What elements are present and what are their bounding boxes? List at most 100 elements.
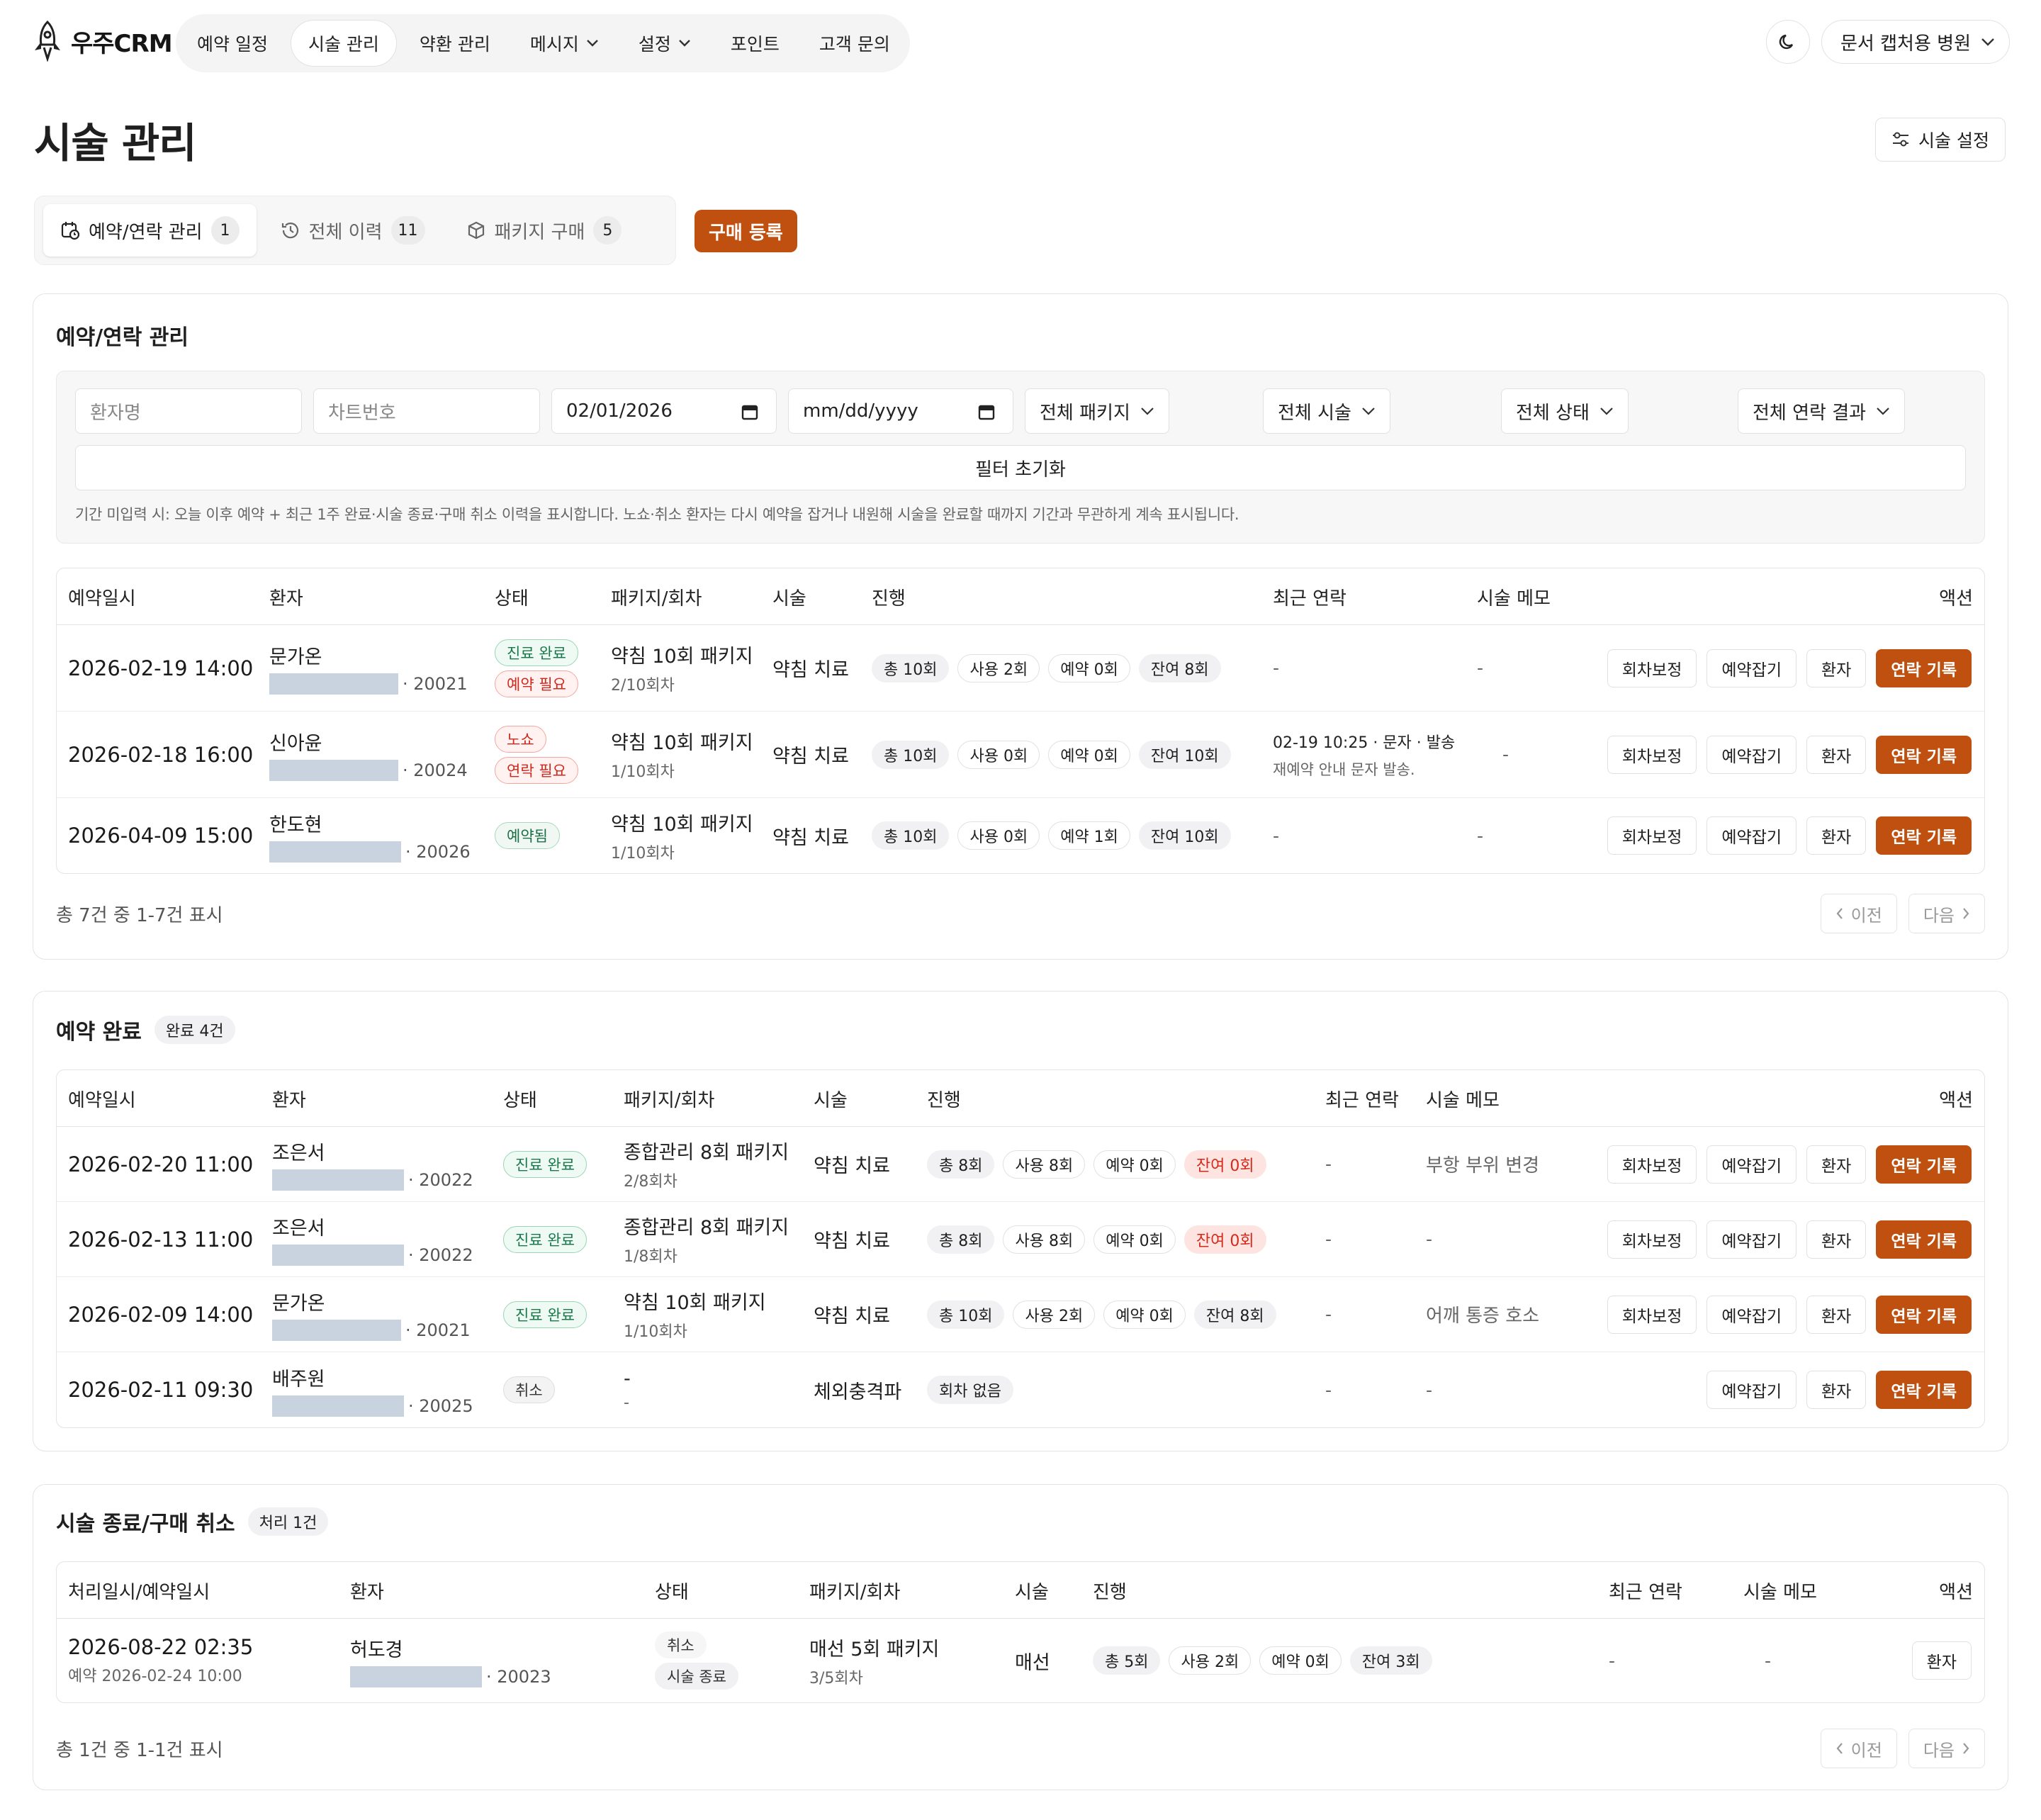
- date-to-value: mm/dd/yyyy: [803, 400, 918, 422]
- register-purchase-button[interactable]: 구매 등록: [695, 210, 797, 252]
- select-value: 전체 패키지: [1040, 402, 1130, 424]
- prev-page-button[interactable]: 이전: [1820, 1729, 1897, 1768]
- adjust-round-button[interactable]: 회차보정: [1607, 1145, 1697, 1184]
- log-contact-button[interactable]: 연락 기록: [1876, 1371, 1972, 1409]
- log-contact-button[interactable]: 연락 기록: [1876, 735, 1972, 774]
- progress-chip: 사용 8회: [1003, 1150, 1086, 1179]
- date-from-input[interactable]: 02/01/2026: [551, 388, 777, 434]
- patient-button[interactable]: 환자: [1806, 648, 1867, 687]
- next-page-button[interactable]: 다음: [1908, 1729, 1985, 1768]
- book-appointment-button[interactable]: 예약잡기: [1707, 735, 1797, 774]
- rocket-icon: [35, 21, 60, 62]
- reservation-date: 2026-02-11 09:30: [68, 1378, 254, 1402]
- nav-label: 설정: [638, 34, 671, 55]
- contact-result-filter-select[interactable]: 전체 연락 결과: [1738, 388, 1906, 434]
- select-value: 전체 연락 결과: [1753, 402, 1867, 424]
- book-appointment-button[interactable]: 예약잡기: [1707, 1220, 1797, 1259]
- chart-number-input[interactable]: 차트번호: [313, 388, 540, 434]
- procedure-settings-button[interactable]: 시술 설정: [1875, 118, 2006, 162]
- chevron-down-icon: [1981, 38, 1994, 46]
- section-title: 예약/연락 관리: [56, 320, 189, 351]
- tab-package-purchase[interactable]: 패키지 구매 5: [449, 204, 639, 257]
- reservation-date: 2026-02-09 14:00: [68, 1302, 254, 1327]
- adjust-round-button[interactable]: 회차보정: [1607, 816, 1697, 855]
- patient-button[interactable]: 환자: [1806, 735, 1867, 774]
- patient-button[interactable]: 환자: [1806, 816, 1867, 855]
- progress-chip: 잔여 0회: [1183, 1150, 1266, 1179]
- nav-item-herbal[interactable]: 약환 관리: [403, 20, 507, 67]
- package-round: 3/5회차: [809, 1669, 863, 1687]
- log-contact-button[interactable]: 연락 기록: [1876, 816, 1972, 855]
- adjust-round-button[interactable]: 회차보정: [1607, 1295, 1697, 1334]
- patient-id: · 20022: [272, 1169, 473, 1191]
- progress-chip: 회차 없음: [927, 1376, 1013, 1404]
- progress-chip: 잔여 8회: [1193, 1300, 1276, 1329]
- progress-chip: 잔여 0회: [1183, 1225, 1266, 1254]
- log-contact-button[interactable]: 연락 기록: [1876, 1295, 1972, 1334]
- status-badge: 노쇼: [495, 725, 546, 753]
- book-appointment-button[interactable]: 예약잡기: [1707, 816, 1797, 855]
- patient-name: 문가온: [269, 646, 322, 668]
- book-appointment-button[interactable]: 예약잡기: [1707, 1371, 1797, 1409]
- date-to-input[interactable]: mm/dd/yyyy: [788, 388, 1013, 434]
- hospital-name: 문서 캡처용 병원: [1840, 33, 1971, 55]
- log-contact-button[interactable]: 연락 기록: [1876, 648, 1972, 687]
- adjust-round-button[interactable]: 회차보정: [1607, 735, 1697, 774]
- nav-item-reservations[interactable]: 예약 일정: [180, 20, 285, 67]
- patient-button[interactable]: 환자: [1911, 1641, 1972, 1680]
- prev-page-button[interactable]: 이전: [1820, 894, 1897, 933]
- nav-item-inquiries[interactable]: 고객 문의: [802, 20, 907, 67]
- book-appointment-button[interactable]: 예약잡기: [1707, 1295, 1797, 1334]
- reset-filters-button[interactable]: 필터 초기화: [75, 445, 1966, 490]
- nav-item-points[interactable]: 포인트: [714, 20, 797, 67]
- tab-reservations-contacts[interactable]: 예약/연락 관리 1: [43, 204, 257, 257]
- adjust-round-button[interactable]: 회차보정: [1607, 648, 1697, 687]
- reservation-contact-card: 예약/연락 관리 환자명 차트번호 02/01/2026 mm/dd/yyyy …: [33, 293, 2008, 960]
- patient-id: · 20024: [269, 760, 468, 781]
- status-filter-select[interactable]: 전체 상태: [1501, 388, 1629, 434]
- nav-item-settings[interactable]: 설정: [622, 20, 708, 67]
- patient-name-input[interactable]: 환자명: [75, 388, 302, 434]
- patient-name: 문가온: [272, 1293, 325, 1315]
- package-filter-select[interactable]: 전체 패키지: [1025, 388, 1169, 434]
- book-appointment-button[interactable]: 예약잡기: [1707, 648, 1797, 687]
- last-contact-note: 재예약 안내 문자 발송.: [1273, 760, 1415, 778]
- chart-number: · 20022: [408, 1170, 473, 1190]
- patient-button[interactable]: 환자: [1806, 1295, 1867, 1334]
- book-appointment-button[interactable]: 예약잡기: [1707, 1145, 1797, 1184]
- next-page-button[interactable]: 다음: [1908, 894, 1985, 933]
- tab-full-history[interactable]: 전체 이력 11: [264, 204, 442, 257]
- progress-chip: 예약 0회: [1093, 1150, 1176, 1179]
- hospital-selector[interactable]: 문서 캡처용 병원: [1821, 20, 2010, 64]
- nav-item-messages[interactable]: 메시지: [513, 20, 616, 67]
- nav-item-procedures[interactable]: 시술 관리: [290, 20, 397, 67]
- section-title: 예약 완료 완료 4건: [56, 1014, 235, 1045]
- col-header: 패키지/회차: [809, 1581, 901, 1603]
- progress-chip: 총 8회: [927, 1225, 995, 1254]
- log-contact-button[interactable]: 연락 기록: [1876, 1145, 1972, 1184]
- chart-number: · 20021: [405, 1320, 471, 1340]
- procedure-memo: -: [1502, 744, 1509, 765]
- adjust-round-button[interactable]: 회차보정: [1607, 1220, 1697, 1259]
- package-name: 약침 10회 패키지: [624, 1292, 766, 1314]
- app-logo[interactable]: 우주CRM: [31, 20, 173, 62]
- patient-button[interactable]: 환자: [1806, 1371, 1867, 1409]
- procedure-filter-select[interactable]: 전체 시술: [1263, 388, 1390, 434]
- log-contact-button[interactable]: 연락 기록: [1876, 1220, 1972, 1259]
- settings-label: 시술 설정: [1918, 130, 1989, 151]
- theme-toggle-button[interactable]: [1766, 20, 1811, 64]
- table-row: 2026-04-09 15:00 한도현 · 20026 예약됨 약침 10회 패…: [57, 798, 1984, 873]
- tab-label: 예약/연락 관리: [89, 221, 203, 243]
- patient-id: · 20021: [269, 673, 468, 695]
- col-header: 패키지/회차: [611, 588, 702, 610]
- status-badge: 진료 완료: [495, 639, 578, 666]
- procedure-name: 체외충격파: [814, 1381, 902, 1403]
- col-header: 예약일시: [68, 588, 136, 610]
- patient-button[interactable]: 환자: [1806, 1145, 1867, 1184]
- chevron-down-icon: [679, 40, 690, 47]
- package-icon: [468, 221, 484, 240]
- patient-button[interactable]: 환자: [1806, 1220, 1867, 1259]
- progress-chip: 예약 0회: [1048, 740, 1130, 769]
- view-tabs: 예약/연락 관리 1 전체 이력 11 패키지 구매 5: [34, 196, 676, 265]
- redacted-block: [272, 1245, 404, 1266]
